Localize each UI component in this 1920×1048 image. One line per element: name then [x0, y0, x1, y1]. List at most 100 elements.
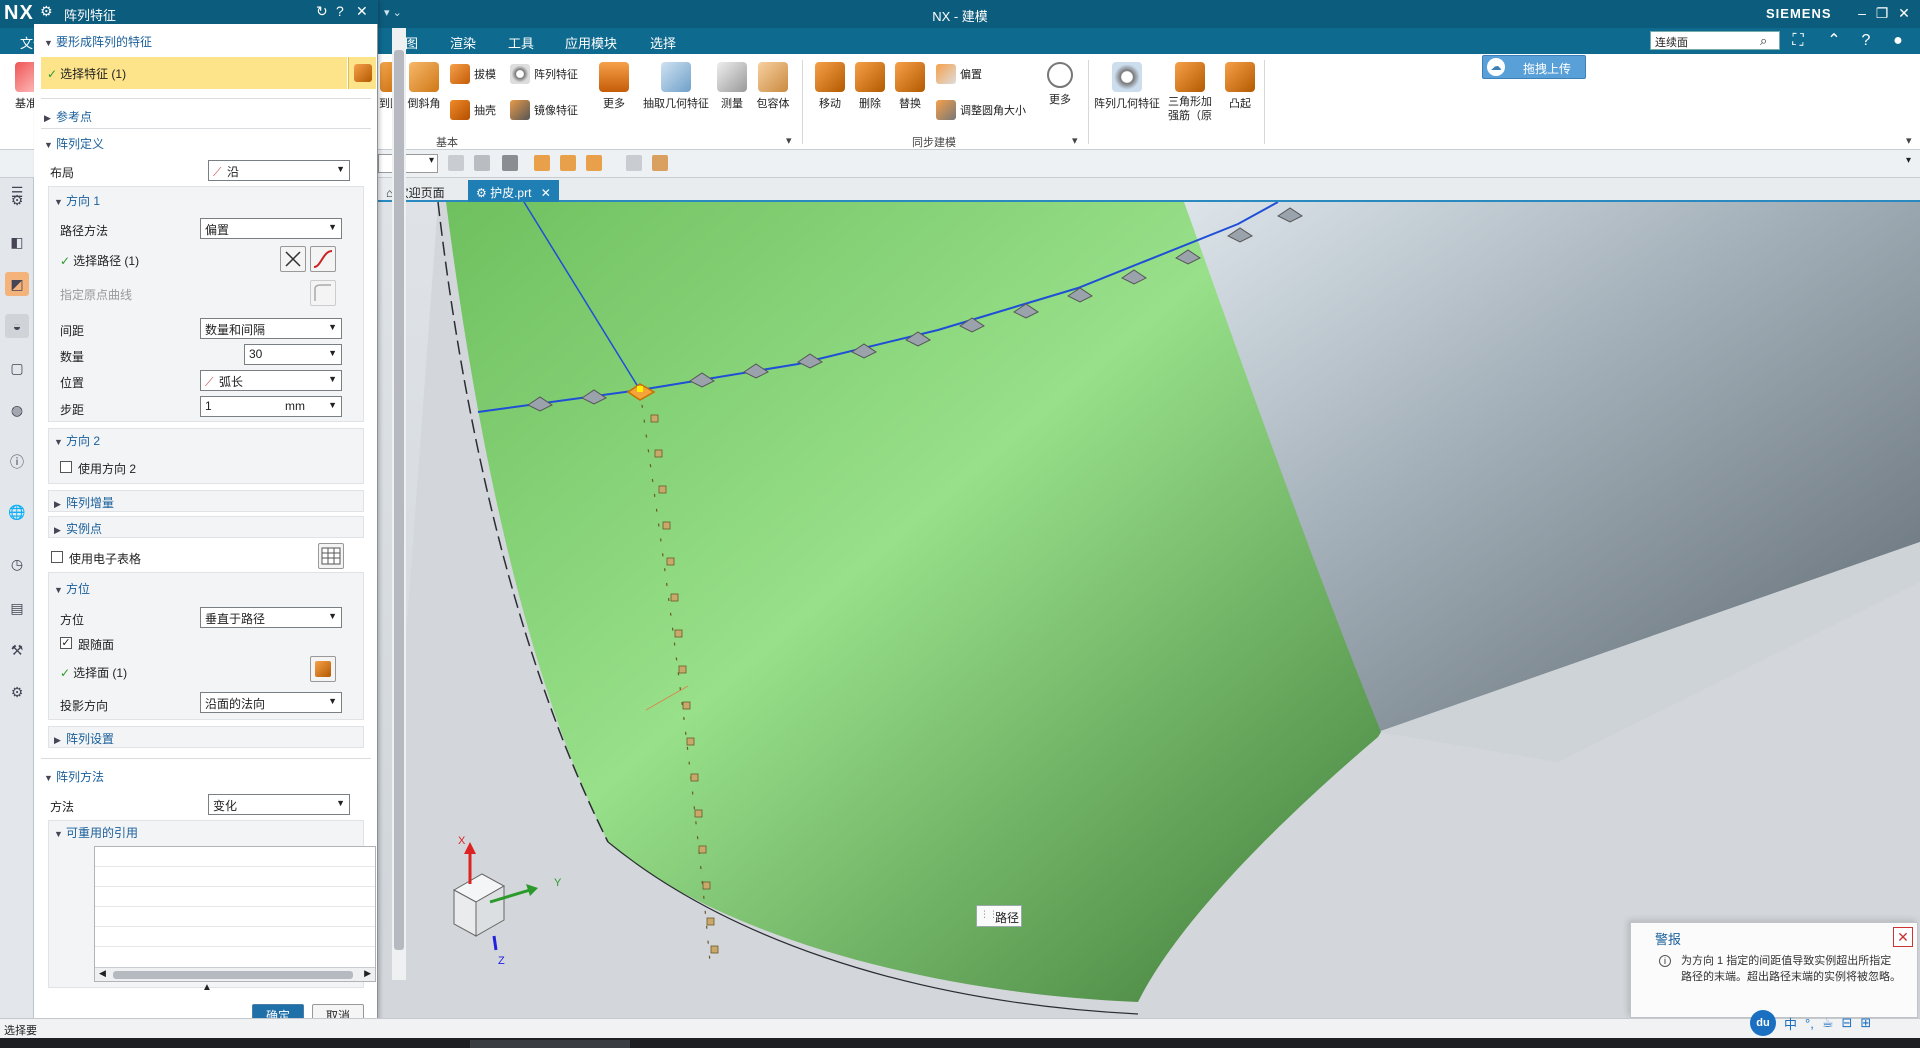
quick-access-toolbar[interactable]: ▾ ⌄	[384, 6, 402, 19]
tab-part-file[interactable]: ⚙ 护皮.prt ✕	[468, 180, 559, 202]
method-dropdown[interactable]: 变化 ▼	[208, 794, 350, 815]
move-face-button[interactable]: 移动	[812, 62, 848, 111]
list-item[interactable]	[95, 847, 375, 867]
basic-group-expand[interactable]: ▾	[786, 134, 792, 147]
bounding-body-button[interactable]: 包容体	[752, 62, 794, 111]
chamfer-button[interactable]: 倒斜角	[404, 62, 444, 111]
select-face-row[interactable]: ✓ 选择面 (1)	[60, 664, 127, 681]
close-window-button[interactable]: ✕	[1894, 3, 1914, 23]
scrollbar-thumb[interactable]	[394, 50, 404, 950]
collapse-ribbon-icon[interactable]: ⌃	[1822, 30, 1846, 52]
toolbar-expand-icon[interactable]: ▾	[1906, 155, 1920, 171]
layout-dropdown[interactable]: ⟋ 沿 ▼	[208, 160, 350, 181]
process-studio-icon[interactable]: ⚒	[5, 638, 29, 662]
ime-menu-icon[interactable]: ⊞	[1860, 1015, 1871, 1031]
pitch-input[interactable]: 1 mm ▼	[200, 396, 342, 417]
sync-group-expand[interactable]: ▾	[1072, 134, 1078, 147]
graphics-window[interactable]: X Y Z 路径	[378, 202, 1920, 1018]
list-item[interactable]	[95, 867, 375, 887]
ime-chinese-mode[interactable]: 中	[1784, 1014, 1797, 1033]
follow-face-checkbox[interactable]: ✓	[60, 637, 72, 649]
projection-dropdown[interactable]: 沿面的法向 ▼	[200, 692, 342, 713]
use-direction-2-checkbox[interactable]	[60, 461, 72, 473]
reverse-direction-button[interactable]	[280, 246, 306, 272]
reset-icon[interactable]: ↻	[316, 3, 328, 20]
reusable-references-list[interactable]: ◀ ▶	[94, 846, 376, 982]
ribbon-expand[interactable]: ▾	[1906, 134, 1912, 147]
constraint-navigator-icon[interactable]: ◩	[5, 272, 29, 296]
replace-face-button[interactable]: 替换	[892, 62, 928, 111]
mirror-feature-button[interactable]: 镜像特征	[510, 100, 578, 120]
count-input[interactable]: 30 ▼	[244, 344, 342, 365]
assembly-navigator-icon[interactable]: ◧	[5, 230, 29, 254]
menu-render[interactable]: 渲染	[450, 33, 476, 52]
view-cube-icon[interactable]	[626, 155, 642, 171]
close-alert-button[interactable]: ✕	[1893, 927, 1913, 947]
orientation-dropdown[interactable]: 垂直于路径 ▼	[200, 607, 342, 628]
section-pattern-definition[interactable]: ▼ 阵列定义	[44, 135, 104, 152]
resize-blend-button[interactable]: 调整圆角大小	[936, 100, 1026, 120]
close-icon[interactable]: ✕	[356, 3, 368, 20]
face-select-button[interactable]	[310, 656, 336, 682]
section-direction-2[interactable]: ▼ 方向 2	[54, 432, 100, 449]
list-item[interactable]	[95, 887, 375, 907]
help-icon[interactable]: ?	[1854, 30, 1878, 52]
use-spreadsheet-checkbox[interactable]	[51, 551, 63, 563]
section-pattern-settings[interactable]: ▶ 阵列设置	[54, 730, 114, 747]
section-features-to-pattern[interactable]: ▼ 要形成阵列的特征	[44, 33, 152, 50]
feature-selector-button[interactable]	[348, 57, 376, 89]
shell-button[interactable]: 抽壳	[450, 100, 496, 120]
list-item[interactable]	[95, 907, 375, 927]
web-browser-icon[interactable]: 🌐	[5, 500, 29, 524]
dialog-vertical-scrollbar[interactable]	[392, 28, 406, 980]
list-item[interactable]	[95, 927, 375, 947]
dialog-title-bar[interactable]: ⚙ 阵列特征 ↻ ? ✕	[34, 0, 378, 24]
taskbar-item[interactable]	[470, 1040, 630, 1048]
settings-icon[interactable]: ⚙	[5, 188, 29, 212]
section-instance-points[interactable]: ▶ 实例点	[54, 520, 102, 537]
baidu-ime-icon[interactable]: du	[1750, 1010, 1776, 1036]
collapse-dialog-icon[interactable]: ▲	[202, 982, 212, 993]
section-reference-point[interactable]: ▶ 参考点	[44, 108, 92, 125]
menu-tools[interactable]: 工具	[508, 33, 534, 52]
history-icon[interactable]: ◷	[5, 552, 29, 576]
close-tab-icon[interactable]: ✕	[541, 186, 551, 200]
restore-button[interactable]: ❐	[1872, 3, 1892, 23]
fullscreen-icon[interactable]: ⛶	[1786, 30, 1810, 52]
mid-point-icon[interactable]	[586, 155, 602, 171]
measure-button[interactable]: 测量	[714, 62, 750, 111]
scrollbar-thumb[interactable]	[113, 971, 353, 979]
section-pattern-increment[interactable]: ▶ 阵列增量	[54, 494, 114, 511]
more-sync-button[interactable]: 更多	[1042, 62, 1078, 107]
more-basic-button[interactable]: 更多	[594, 62, 634, 111]
section-direction-1[interactable]: ▼ 方向 1	[54, 192, 100, 209]
menu-application[interactable]: 应用模块	[565, 33, 617, 52]
minimize-button[interactable]: –	[1852, 3, 1872, 23]
tab-welcome[interactable]: ⌂ 欢迎页面	[378, 180, 453, 202]
ime-skin-icon[interactable]: ☕	[1822, 1015, 1834, 1031]
scroll-right-icon[interactable]: ▶	[364, 968, 371, 979]
offset-face-button[interactable]: 偏置	[936, 64, 982, 84]
origin-curve-button[interactable]	[310, 280, 336, 306]
select-path-row[interactable]: ✓ 选择路径 (1)	[60, 252, 139, 269]
ime-toolbar[interactable]: du 中 °, ☕ ⊟ ⊞	[1750, 1010, 1871, 1036]
point-snap-icon[interactable]	[534, 155, 550, 171]
pattern-geometry-button[interactable]: 阵列几何特征	[1092, 62, 1162, 111]
section-orientation[interactable]: ▼ 方位	[54, 580, 90, 597]
gear-icon[interactable]: ⚙	[40, 3, 53, 20]
part-navigator-icon[interactable]: ◒	[5, 314, 29, 338]
shaded-view-icon[interactable]	[652, 155, 668, 171]
model-canvas[interactable]: X Y Z	[378, 202, 1920, 1018]
spreadsheet-button[interactable]	[318, 543, 344, 569]
horizontal-scrollbar[interactable]: ◀ ▶	[95, 967, 375, 981]
position-dropdown[interactable]: ⟋ 弧长 ▼	[200, 370, 342, 391]
section-pattern-method[interactable]: ▼ 阵列方法	[44, 768, 104, 785]
snap-tool-icon[interactable]	[474, 155, 490, 171]
selection-filter-dropdown[interactable]: ▾	[378, 154, 438, 173]
search-icon[interactable]: ⌕	[1760, 33, 1767, 49]
extract-geometry-button[interactable]: 抽取几何特征	[640, 62, 712, 111]
delete-face-button[interactable]: 删除	[852, 62, 888, 111]
section-reusable-references[interactable]: ▼ 可重用的引用	[54, 824, 138, 841]
emboss-button[interactable]: 凸起	[1222, 62, 1258, 111]
curve-select-button[interactable]	[310, 246, 336, 272]
